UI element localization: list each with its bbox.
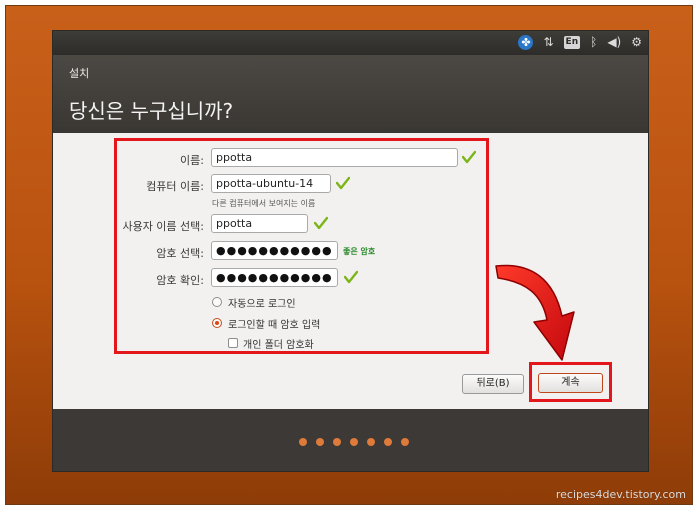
- installer-footer: [53, 409, 648, 471]
- keyboard-layout-icon[interactable]: En: [563, 35, 581, 49]
- progress-dot: [333, 438, 341, 446]
- bluetooth-icon[interactable]: ᛒ: [590, 34, 597, 50]
- progress-dot: [384, 438, 392, 446]
- accessibility-icon[interactable]: ✤: [518, 34, 534, 50]
- progress-dot: [401, 438, 409, 446]
- progress-dots: [299, 438, 409, 446]
- volume-icon[interactable]: ◀): [607, 34, 621, 50]
- progress-dot: [367, 438, 375, 446]
- annotation-arrow-icon: [495, 264, 575, 361]
- progress-dot: [299, 438, 307, 446]
- progress-dot: [350, 438, 358, 446]
- settings-icon[interactable]: ⚙: [631, 34, 642, 50]
- form-highlight-box: [114, 138, 489, 354]
- network-icon[interactable]: ⇅: [543, 34, 553, 50]
- section-label: 설치: [69, 67, 90, 80]
- continue-highlight-box: [529, 362, 612, 402]
- watermark-text: recipes4dev.tistory.com: [555, 488, 686, 501]
- installer-header: 설치 당신은 누구십니까?: [53, 55, 648, 133]
- page-title: 당신은 누구십니까?: [69, 99, 234, 123]
- progress-dot: [316, 438, 324, 446]
- system-tray: ✤ ⇅ En ᛒ ◀) ⚙: [518, 34, 642, 50]
- back-button[interactable]: 뒤로(B): [462, 374, 524, 394]
- top-panel: ✤ ⇅ En ᛒ ◀) ⚙: [53, 31, 648, 55]
